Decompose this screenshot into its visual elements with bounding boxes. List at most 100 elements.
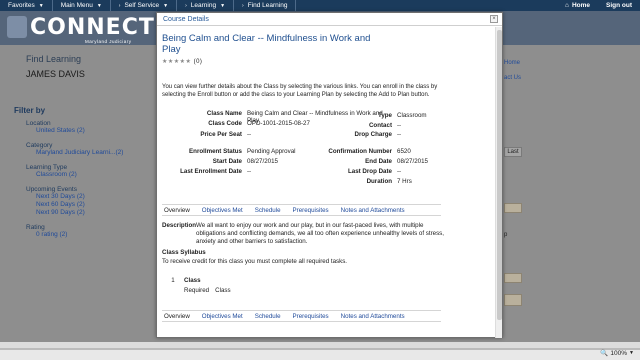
detail-label: Start Date (212, 158, 242, 165)
syllabus-item-kind: Class (184, 277, 201, 284)
tab-notes-attachments[interactable]: Notes and Attachments (339, 207, 415, 214)
modal-scrollbar[interactable] (495, 27, 502, 338)
tab-overview[interactable]: Overview (162, 313, 200, 320)
detail-label: Drop Charge (354, 131, 392, 138)
description-text: We all want to enjoy our work and our pl… (196, 222, 444, 245)
home-link[interactable]: ⌂ Home (557, 2, 598, 9)
detail-label: Type (378, 112, 392, 119)
detail-label: Enrollment Status (189, 148, 242, 155)
brand-logo: CONNECT (30, 15, 155, 40)
detail-value: -- (397, 131, 402, 138)
page-title: Find Learning (26, 54, 82, 64)
filter-category: Category Maryland Judiciary Learni...(2) (26, 142, 146, 157)
scrollbar-thumb[interactable] (497, 30, 502, 320)
detail-value: Classroom (397, 112, 427, 119)
syllabus-item-number: 1 (171, 277, 175, 284)
star-icons: ★★★★★ (162, 59, 192, 65)
top-nav: Favorites ▼ Main Menu ▼ › Self Service ▼ › Le… (0, 0, 640, 11)
caret-down-icon: ▼ (220, 2, 226, 9)
contact-link-right[interactable]: act Us (504, 71, 521, 86)
user-name: JAMES DAVIS (26, 69, 85, 79)
modal-title-bar: Course Details × (157, 13, 502, 26)
detail-label: Contact (368, 122, 392, 129)
breadcrumb-find-learning[interactable]: › Find Learning (234, 0, 297, 11)
signout-label: Sign out (606, 2, 632, 9)
filter-group-heading: Category (26, 142, 53, 149)
close-icon[interactable]: × (490, 15, 498, 23)
description-section: Description We all want to enjoy our wor… (162, 222, 447, 246)
detail-label: Class Code (208, 120, 242, 127)
syllabus-item: 1 Class (162, 277, 490, 284)
menu-favorites[interactable]: Favorites ▼ (0, 0, 53, 11)
tab-schedule[interactable]: Schedule (253, 207, 291, 214)
chevron-right-icon: › (185, 2, 187, 9)
syllabus-text: To receive credit for this class you mus… (162, 258, 348, 265)
filter-link[interactable]: Next 30 Days (2) (26, 193, 146, 201)
chevron-right-icon: › (242, 2, 244, 9)
tab-prerequisites[interactable]: Prerequisites (291, 313, 339, 320)
class-details: Class Name Being Calm and Clear -- Mindf… (162, 110, 490, 202)
section-tabs-bottom: Overview Objectives Met Schedule Prerequ… (162, 310, 441, 322)
zoom-control[interactable]: 🔍 100% ▼ (600, 349, 634, 358)
detail-value: -- (247, 131, 252, 138)
description-label: Description (162, 222, 197, 229)
filter-link[interactable]: Next 90 Days (2) (26, 209, 146, 217)
detail-label: Duration (366, 178, 392, 185)
last-page-button[interactable]: Last (504, 147, 522, 157)
tab-notes-attachments[interactable]: Notes and Attachments (339, 313, 415, 320)
filter-location: Location United States (2) (26, 120, 146, 135)
detail-label: Last Enrollment Date (180, 168, 242, 175)
background-field (504, 203, 522, 213)
brand-subtitle: Maryland Judiciary (85, 39, 132, 44)
detail-label: Last Drop Date (347, 168, 392, 175)
caret-down-icon: ▼ (629, 350, 634, 356)
syllabus-title: Class Syllabus (162, 249, 206, 256)
detail-value: -- (397, 168, 402, 175)
background-field (504, 273, 522, 283)
detail-value: 08/27/2015 (397, 158, 428, 165)
detail-label: End Date (365, 158, 392, 165)
section-tabs: Overview Objectives Met Schedule Prerequ… (162, 204, 441, 216)
detail-label: Confirmation Number (328, 148, 392, 155)
menu-self-service[interactable]: › Self Service ▼ (111, 0, 178, 11)
tab-schedule[interactable]: Schedule (253, 313, 291, 320)
right-links: Home act Us (504, 56, 521, 86)
detail-value: Pending Approval (247, 148, 296, 155)
detail-label: Class Name (206, 110, 242, 117)
filter-rating: Rating 0 rating (2) (26, 224, 146, 239)
status-bar (0, 349, 640, 360)
required-label: Required (184, 287, 210, 294)
logo-icon (7, 16, 27, 38)
menu-label: Learning (190, 2, 217, 9)
filter-link[interactable]: Classroom (2) (26, 171, 146, 179)
tab-prerequisites[interactable]: Prerequisites (291, 207, 339, 214)
filter-link[interactable]: Next 60 Days (2) (26, 201, 146, 209)
caret-down-icon: ▼ (163, 2, 169, 9)
chevron-right-icon: › (118, 2, 121, 9)
zoom-level: 100% (610, 349, 628, 357)
signout-link[interactable]: Sign out (598, 2, 640, 9)
tab-objectives-met[interactable]: Objectives Met (200, 207, 253, 214)
detail-value: OPD-1001-2015-08-27 (247, 120, 310, 127)
home-link-right[interactable]: Home (504, 56, 521, 71)
filter-link[interactable]: 0 rating (2) (26, 231, 146, 239)
menu-label: Main Menu (60, 2, 93, 9)
filter-group-heading: Learning Type (26, 164, 68, 171)
home-label: Home (571, 2, 590, 9)
menu-learning[interactable]: › Learning ▼ (177, 0, 235, 11)
star-rating[interactable]: ★★★★★ (0) (162, 58, 490, 65)
menu-main[interactable]: Main Menu ▼ (53, 0, 111, 11)
modal-title: Course Details (163, 15, 209, 23)
intro-text: You can view further details about the C… (162, 84, 438, 98)
tab-objectives-met[interactable]: Objectives Met (200, 313, 253, 320)
tab-overview[interactable]: Overview (162, 207, 200, 214)
filter-heading: Filter by (14, 106, 46, 115)
detail-value: 6520 (397, 148, 411, 155)
horizontal-scrollbar[interactable] (0, 342, 640, 349)
detail-value: -- (397, 122, 402, 129)
filter-link[interactable]: Maryland Judiciary Learni...(2) (26, 149, 146, 157)
course-title: Being Calm and Clear -- Mindfulness in W… (162, 33, 371, 55)
detail-value: -- (247, 168, 252, 175)
filter-link[interactable]: United States (2) (26, 127, 146, 135)
detail-value: 7 Hrs (397, 178, 412, 185)
